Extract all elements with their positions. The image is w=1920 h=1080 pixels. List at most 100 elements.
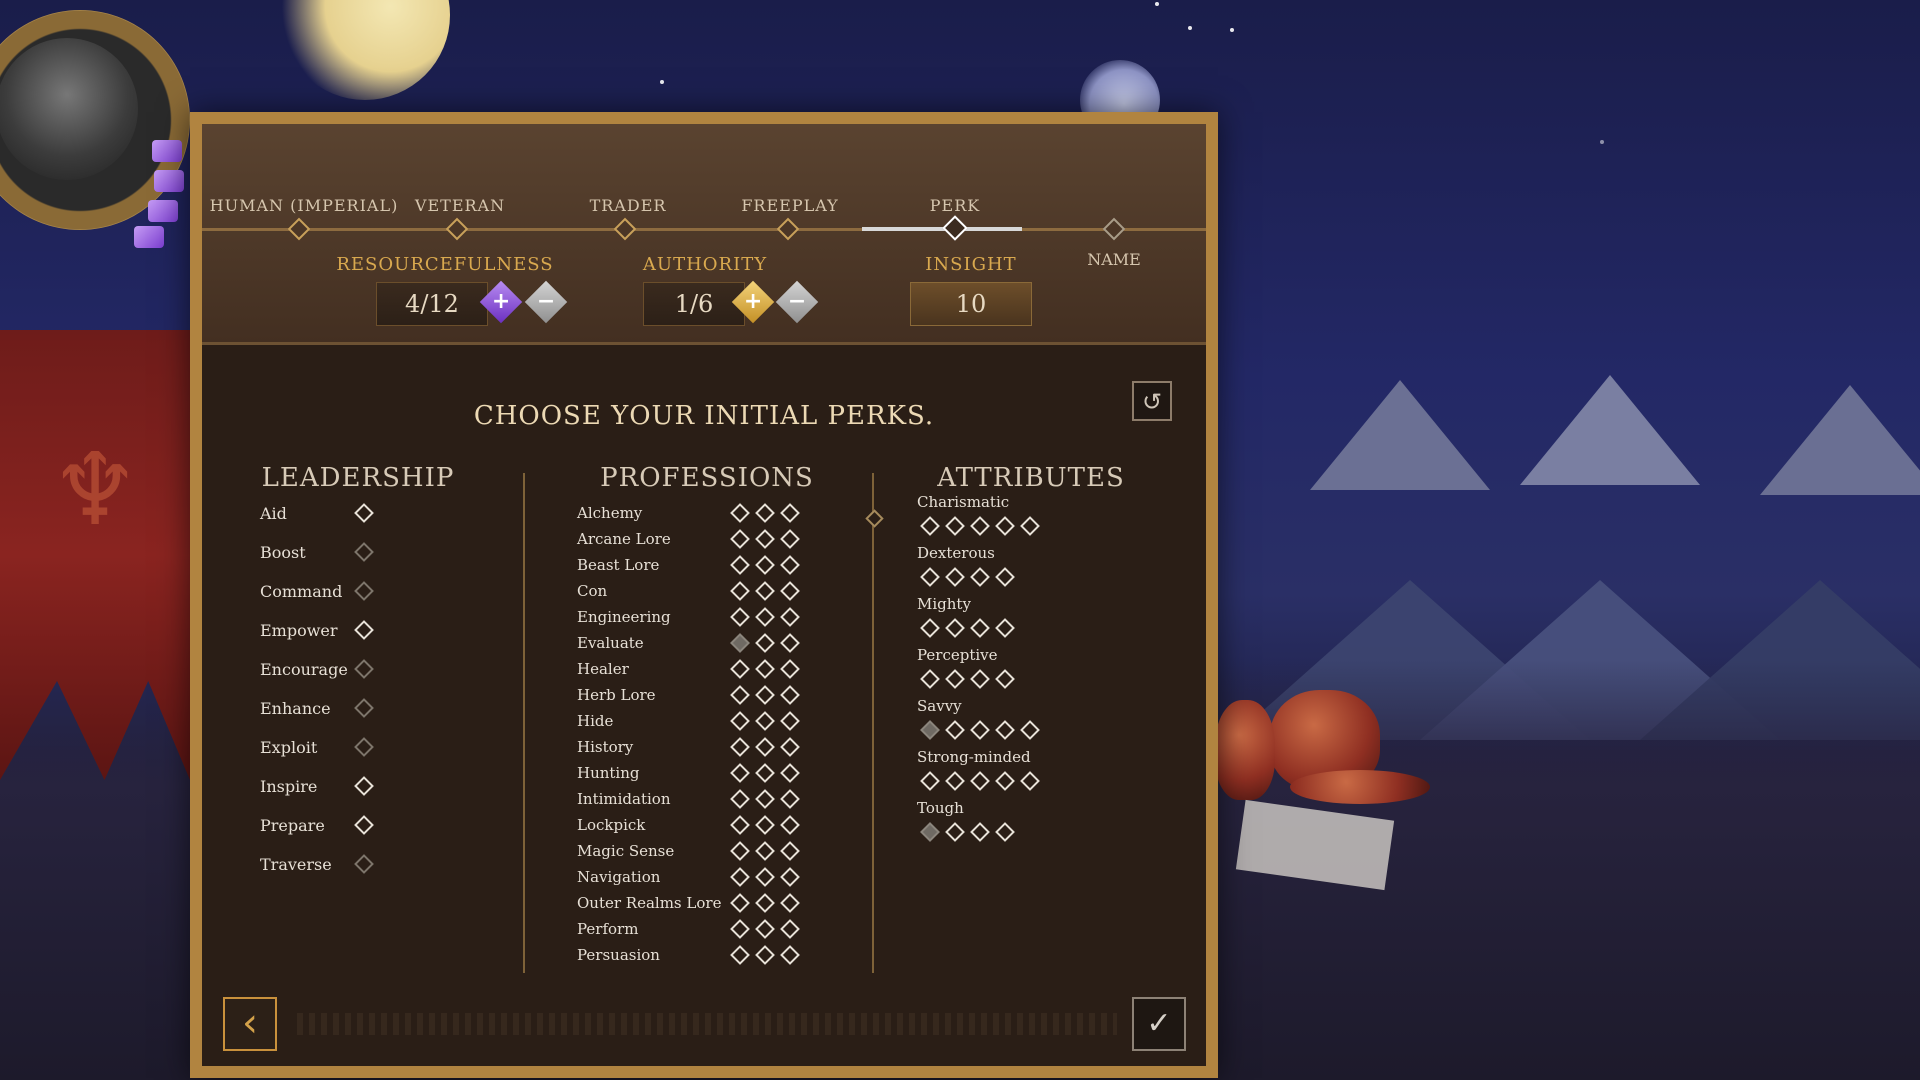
profession-rank-diamond-icon[interactable] [780, 919, 800, 939]
step-node-veteran[interactable] [445, 217, 469, 241]
attribute-rank-diamond-icon[interactable] [970, 669, 990, 689]
step-freeplay[interactable]: FREEPLAY [741, 196, 838, 215]
profession-rank-diamond-icon[interactable] [780, 737, 800, 757]
step-perk[interactable]: PERK [930, 196, 980, 215]
profession-rank-diamond-icon[interactable] [755, 659, 775, 679]
profession-rank-diamond-icon[interactable] [730, 841, 750, 861]
perk-diamond-icon[interactable] [354, 737, 374, 757]
profession-rank-diamond-icon[interactable] [730, 789, 750, 809]
profession-rank-diamond-icon[interactable] [730, 529, 750, 549]
attribute-rank-diamond-icon[interactable] [995, 618, 1015, 638]
attribute-rank-diamond-icon[interactable] [970, 771, 990, 791]
attribute-rank-diamond-icon[interactable] [920, 618, 940, 638]
profession-rank-diamond-icon[interactable] [730, 685, 750, 705]
profession-rank-diamond-icon[interactable] [730, 763, 750, 783]
perk-diamond-icon[interactable] [354, 542, 374, 562]
profession-rank-diamond-icon[interactable] [755, 789, 775, 809]
profession-rank-diamond-icon[interactable] [755, 607, 775, 627]
attribute-rank-diamond-icon[interactable] [1020, 771, 1040, 791]
profession-rank-diamond-icon[interactable] [755, 919, 775, 939]
attribute-rank-diamond-icon[interactable] [970, 720, 990, 740]
attribute-rank-diamond-icon[interactable] [945, 567, 965, 587]
profession-rank-diamond-icon[interactable] [755, 581, 775, 601]
profession-rank-diamond-icon[interactable] [730, 737, 750, 757]
attribute-rank-diamond-icon[interactable] [995, 567, 1015, 587]
attribute-rank-diamond-icon[interactable] [920, 516, 940, 536]
profession-rank-diamond-icon[interactable] [755, 685, 775, 705]
profession-rank-diamond-icon[interactable] [730, 945, 750, 965]
resourcefulness-minus-button[interactable]: − [524, 280, 568, 324]
profession-rank-diamond-icon[interactable] [730, 659, 750, 679]
profession-rank-diamond-icon[interactable] [755, 893, 775, 913]
profession-rank-diamond-icon[interactable] [780, 763, 800, 783]
profession-rank-diamond-icon[interactable] [730, 633, 750, 653]
character-portrait[interactable] [0, 38, 138, 180]
attribute-rank-diamond-icon[interactable] [945, 516, 965, 536]
attribute-rank-diamond-icon[interactable] [920, 771, 940, 791]
profession-rank-diamond-icon[interactable] [780, 555, 800, 575]
attribute-rank-diamond-icon[interactable] [995, 720, 1015, 740]
profession-rank-diamond-icon[interactable] [730, 867, 750, 887]
attribute-rank-diamond-icon[interactable] [995, 516, 1015, 536]
perk-diamond-icon[interactable] [354, 620, 374, 640]
attribute-rank-diamond-icon[interactable] [920, 669, 940, 689]
profession-rank-diamond-icon[interactable] [780, 529, 800, 549]
attribute-rank-diamond-icon[interactable] [995, 771, 1015, 791]
profession-rank-diamond-icon[interactable] [780, 503, 800, 523]
attribute-rank-diamond-icon[interactable] [945, 618, 965, 638]
reset-button[interactable]: ↺ [1132, 381, 1172, 421]
profession-rank-diamond-icon[interactable] [780, 685, 800, 705]
profession-rank-diamond-icon[interactable] [780, 711, 800, 731]
attribute-rank-diamond-icon[interactable] [945, 720, 965, 740]
step-name[interactable]: NAME [1087, 250, 1141, 269]
profession-rank-diamond-icon[interactable] [780, 815, 800, 835]
profession-rank-diamond-icon[interactable] [755, 945, 775, 965]
perk-diamond-icon[interactable] [354, 815, 374, 835]
step-node-perk[interactable] [942, 215, 968, 241]
attribute-rank-diamond-icon[interactable] [995, 822, 1015, 842]
profession-rank-diamond-icon[interactable] [780, 659, 800, 679]
attribute-rank-diamond-icon[interactable] [920, 567, 940, 587]
profession-rank-diamond-icon[interactable] [730, 503, 750, 523]
profession-rank-diamond-icon[interactable] [730, 919, 750, 939]
perk-diamond-icon[interactable] [354, 854, 374, 874]
profession-rank-diamond-icon[interactable] [755, 711, 775, 731]
step-node-name[interactable] [1102, 217, 1126, 241]
attribute-rank-diamond-icon[interactable] [945, 822, 965, 842]
profession-rank-diamond-icon[interactable] [730, 607, 750, 627]
attribute-rank-diamond-icon[interactable] [970, 516, 990, 536]
profession-rank-diamond-icon[interactable] [780, 633, 800, 653]
perk-diamond-icon[interactable] [354, 581, 374, 601]
step-node-trader[interactable] [613, 217, 637, 241]
profession-rank-diamond-icon[interactable] [780, 841, 800, 861]
perk-diamond-icon[interactable] [354, 776, 374, 796]
profession-rank-diamond-icon[interactable] [730, 555, 750, 575]
step-trader[interactable]: TRADER [590, 196, 667, 215]
profession-rank-diamond-icon[interactable] [780, 945, 800, 965]
attribute-rank-diamond-icon[interactable] [970, 618, 990, 638]
profession-rank-diamond-icon[interactable] [755, 633, 775, 653]
step-veteran[interactable]: VETERAN [415, 196, 505, 215]
attribute-rank-diamond-icon[interactable] [920, 720, 940, 740]
attribute-rank-diamond-icon[interactable] [970, 567, 990, 587]
profession-rank-diamond-icon[interactable] [780, 607, 800, 627]
profession-rank-diamond-icon[interactable] [755, 815, 775, 835]
profession-rank-diamond-icon[interactable] [755, 867, 775, 887]
profession-rank-diamond-icon[interactable] [780, 581, 800, 601]
step-node-human[interactable] [287, 217, 311, 241]
profession-rank-diamond-icon[interactable] [755, 529, 775, 549]
perk-diamond-icon[interactable] [354, 698, 374, 718]
profession-rank-diamond-icon[interactable] [730, 815, 750, 835]
profession-rank-diamond-icon[interactable] [730, 893, 750, 913]
profession-rank-diamond-icon[interactable] [755, 555, 775, 575]
profession-rank-diamond-icon[interactable] [730, 711, 750, 731]
confirm-button[interactable]: ✓ [1132, 997, 1186, 1051]
profession-rank-diamond-icon[interactable] [755, 737, 775, 757]
step-human-imperial[interactable]: HUMAN (IMPERIAL) [210, 196, 399, 215]
attribute-rank-diamond-icon[interactable] [1020, 720, 1040, 740]
attribute-rank-diamond-icon[interactable] [920, 822, 940, 842]
attribute-rank-diamond-icon[interactable] [995, 669, 1015, 689]
profession-rank-diamond-icon[interactable] [730, 581, 750, 601]
profession-rank-diamond-icon[interactable] [755, 763, 775, 783]
attribute-rank-diamond-icon[interactable] [970, 822, 990, 842]
